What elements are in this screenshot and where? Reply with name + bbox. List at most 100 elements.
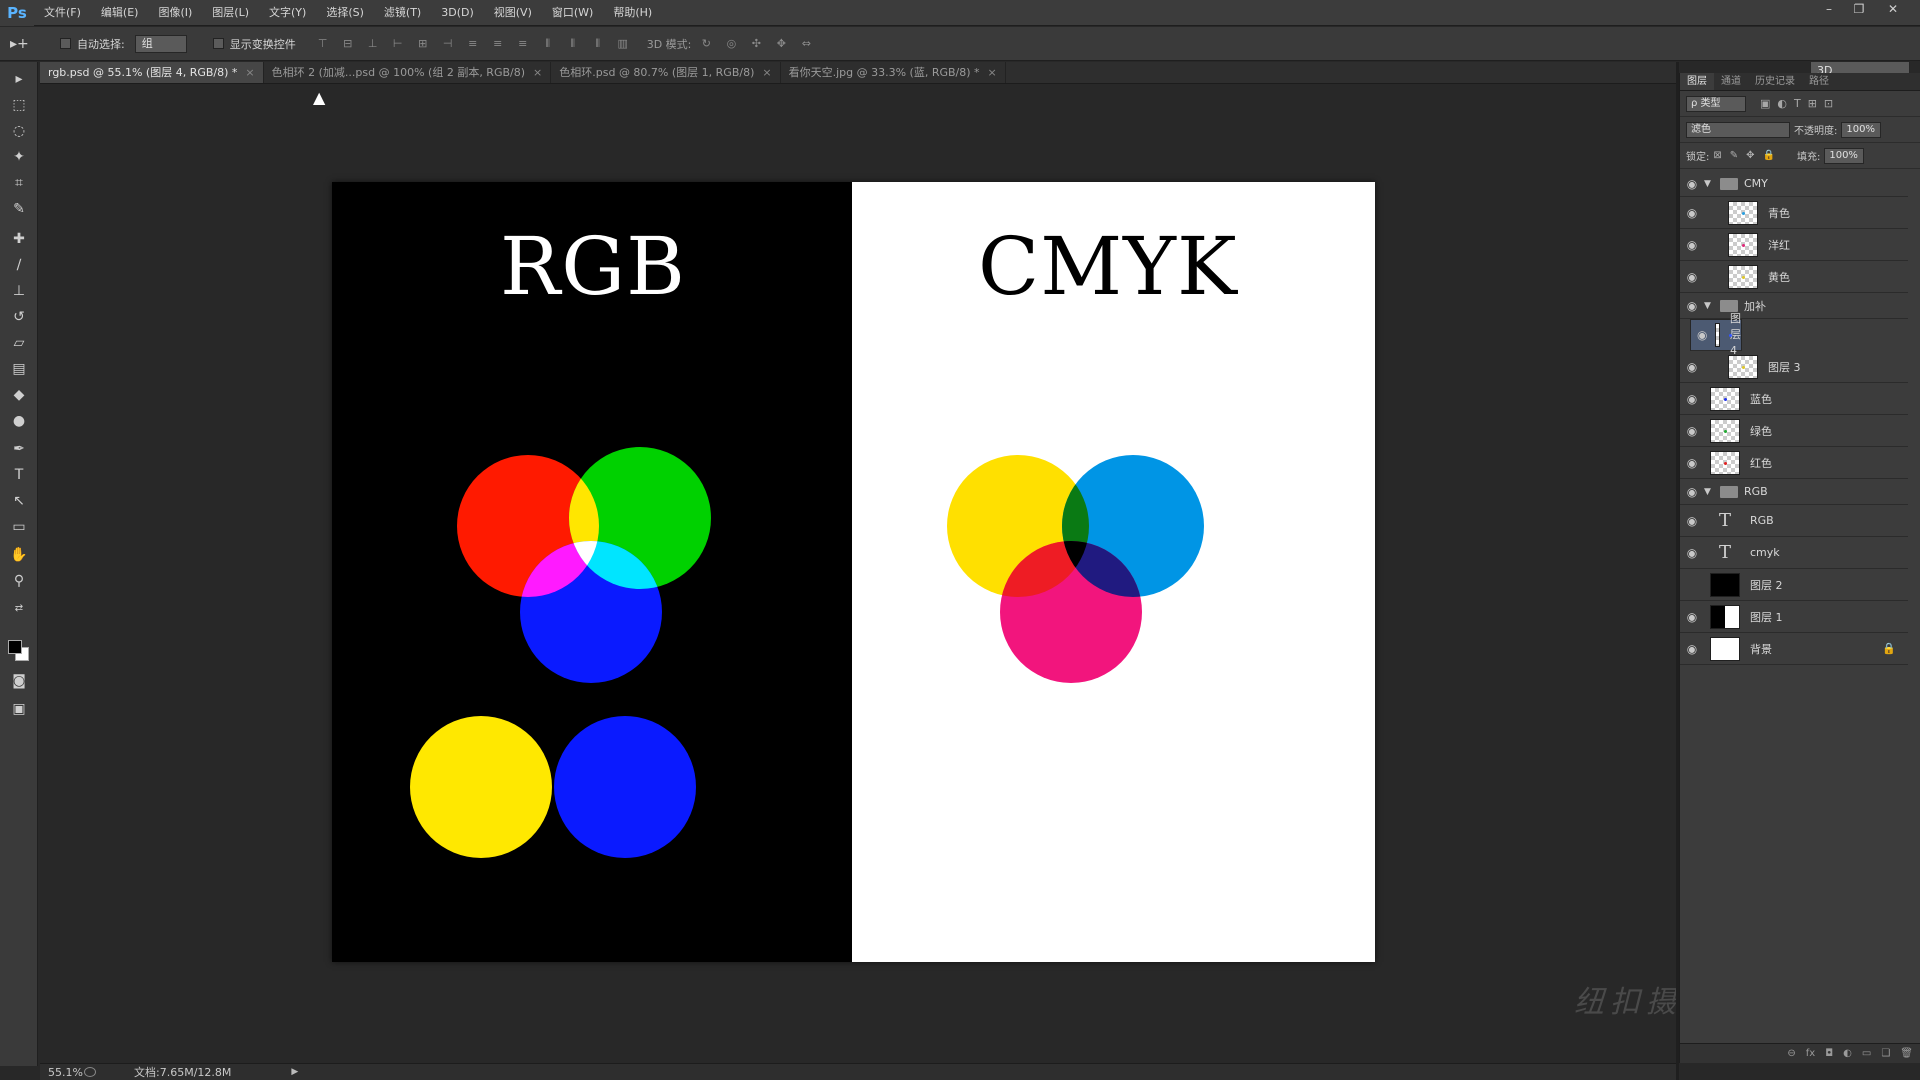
- tab-close-icon[interactable]: ×: [533, 66, 542, 79]
- menu-item-0[interactable]: 文件(F): [34, 0, 91, 26]
- lasso-tool-icon[interactable]: ◌: [7, 120, 31, 142]
- type-tool-icon[interactable]: T: [7, 464, 31, 486]
- blur-tool-icon[interactable]: ◆: [7, 384, 31, 406]
- magic-wand-tool-icon[interactable]: ✦: [7, 146, 31, 168]
- visibility-eye-icon[interactable]: ◉: [1680, 456, 1704, 470]
- visibility-eye-icon[interactable]: ◉: [1680, 392, 1704, 406]
- lock-icons[interactable]: ⊠✎✥🔒: [1713, 150, 1783, 161]
- visibility-eye-icon[interactable]: ◉: [1680, 270, 1704, 284]
- layer-row[interactable]: ◉ 图层 4: [1690, 312, 1742, 357]
- checkbox-box[interactable]: [60, 38, 71, 49]
- visibility-eye-icon[interactable]: ◉: [1680, 177, 1704, 191]
- move-tool-icon[interactable]: ▸: [7, 68, 31, 90]
- distribute-left-icon[interactable]: ⦀: [539, 35, 557, 53]
- menu-item-10[interactable]: 帮助(H): [603, 0, 662, 26]
- fill-field[interactable]: 100%: [1824, 147, 1865, 164]
- visibility-eye-icon[interactable]: ◉: [1680, 485, 1704, 499]
- panel-footer-icon[interactable]: fx: [1806, 1048, 1815, 1059]
- 3d-slide-icon[interactable]: ✥: [772, 35, 790, 53]
- document-tab[interactable]: 看你天空.jpg @ 33.3% (蓝, RGB/8) * ×: [781, 62, 1006, 83]
- visibility-eye-icon[interactable]: ◉: [1680, 642, 1704, 656]
- align-top-icon[interactable]: ⊤: [314, 35, 332, 53]
- eyedropper-tool-icon[interactable]: ✎: [7, 198, 31, 220]
- visibility-eye-icon[interactable]: ◉: [1680, 514, 1704, 528]
- panel-tab[interactable]: 路径: [1802, 73, 1836, 90]
- checkbox-box[interactable]: [212, 38, 224, 49]
- layer-row[interactable]: ◉ 洋红: [1680, 229, 1908, 261]
- panel-tab[interactable]: 通道: [1714, 73, 1748, 90]
- visibility-eye-icon[interactable]: ◉: [1680, 546, 1704, 560]
- show-transform-checkbox[interactable]: 显示变换控件: [212, 36, 296, 52]
- menu-item-4[interactable]: 文字(Y): [259, 0, 316, 26]
- distribute-top-icon[interactable]: ≡: [464, 35, 482, 53]
- layer-group-row[interactable]: ◉ ▼ RGB: [1680, 479, 1908, 505]
- visibility-eye-icon[interactable]: ◉: [1697, 327, 1707, 343]
- move-tool-preset-icon[interactable]: ▸+: [10, 33, 48, 55]
- distribute-vcenter-icon[interactable]: ≡: [489, 35, 507, 53]
- canvas-area[interactable]: RGB CMYK ▲: [40, 85, 1676, 1063]
- distribute-right-icon[interactable]: ⦀: [589, 35, 607, 53]
- foreground-color-swatch[interactable]: [8, 640, 22, 654]
- document-tab[interactable]: 色相环 2 (加减...psd @ 100% (组 2 副本, RGB/8) ×: [264, 62, 552, 83]
- distribute-bottom-icon[interactable]: ≡: [514, 35, 532, 53]
- panel-footer-icon[interactable]: ▭: [1862, 1048, 1871, 1059]
- visibility-eye-icon[interactable]: ◉: [1680, 299, 1704, 313]
- menu-item-9[interactable]: 窗口(W): [542, 0, 603, 26]
- tab-close-icon[interactable]: ×: [988, 66, 997, 79]
- document-tab[interactable]: rgb.psd @ 55.1% (图层 4, RGB/8) * ×: [40, 62, 264, 83]
- 3d-rotate-icon[interactable]: ↻: [697, 35, 715, 53]
- status-menu-arrow-icon[interactable]: ▶: [291, 1067, 298, 1077]
- visibility-eye-icon[interactable]: ◉: [1680, 424, 1704, 438]
- healing-brush-tool-icon[interactable]: ✚: [7, 228, 31, 250]
- menu-item-1[interactable]: 编辑(E): [91, 0, 149, 26]
- visibility-eye-icon[interactable]: ◉: [1680, 578, 1704, 592]
- shape-tool-icon[interactable]: ▭: [7, 516, 31, 538]
- minimize-button[interactable]: –: [1816, 0, 1842, 18]
- menu-item-6[interactable]: 滤镜(T): [374, 0, 431, 26]
- visibility-eye-icon[interactable]: ◉: [1680, 610, 1704, 624]
- history-brush-tool-icon[interactable]: ↺: [7, 306, 31, 328]
- zoom-level[interactable]: 55.1%: [40, 1066, 84, 1079]
- crop-tool-icon[interactable]: ⌗: [7, 172, 31, 194]
- document-tab[interactable]: 色相环.psd @ 80.7% (图层 1, RGB/8) ×: [551, 62, 781, 83]
- layer-row[interactable]: ◉ 绿色: [1680, 415, 1908, 447]
- zoom-tool-icon[interactable]: ⚲: [7, 570, 31, 592]
- brush-tool-icon[interactable]: ∕: [7, 254, 31, 276]
- panel-footer-icon[interactable]: ◘: [1825, 1048, 1833, 1059]
- expand-triangle-icon[interactable]: ▼: [1704, 487, 1714, 497]
- clone-stamp-tool-icon[interactable]: ⊥: [7, 280, 31, 302]
- panel-tab[interactable]: 图层: [1680, 73, 1714, 90]
- layer-row[interactable]: ◉ 图层 1: [1680, 601, 1908, 633]
- document-canvas[interactable]: RGB CMYK: [332, 182, 1375, 962]
- dodge-tool-icon[interactable]: ●: [7, 410, 31, 432]
- layer-row[interactable]: ◉ 红色: [1680, 447, 1908, 479]
- blend-mode-dropdown[interactable]: 滤色: [1686, 121, 1790, 138]
- menu-item-8[interactable]: 视图(V): [484, 0, 542, 26]
- layer-group-row[interactable]: ◉ ▼ 加补: [1680, 293, 1908, 319]
- auto-align-icon[interactable]: ▥: [614, 35, 632, 53]
- align-hcenter-icon[interactable]: ⊞: [414, 35, 432, 53]
- align-left-icon[interactable]: ⊢: [389, 35, 407, 53]
- layer-row[interactable]: ◉ 黄色: [1680, 261, 1908, 293]
- align-bottom-icon[interactable]: ⊥: [364, 35, 382, 53]
- visibility-eye-icon[interactable]: ◉: [1680, 238, 1704, 252]
- filter-icons[interactable]: ▣◐T⊞⊡: [1760, 97, 1840, 110]
- swap-colors-icon[interactable]: ⇄: [7, 598, 31, 620]
- distribute-hcenter-icon[interactable]: ⦀: [564, 35, 582, 53]
- layer-row[interactable]: ◉ 青色: [1680, 197, 1908, 229]
- expand-triangle-icon[interactable]: ▼: [1704, 301, 1714, 311]
- layer-row[interactable]: ◉ 背景 🔒: [1680, 633, 1908, 665]
- visibility-eye-icon[interactable]: ◉: [1680, 360, 1704, 374]
- hand-tool-icon[interactable]: ✋: [7, 544, 31, 566]
- screen-mode-icon[interactable]: ▣: [7, 698, 31, 720]
- panel-footer-icon[interactable]: ⊖: [1787, 1048, 1795, 1059]
- visibility-eye-icon[interactable]: ◉: [1680, 206, 1704, 220]
- eraser-tool-icon[interactable]: ▱: [7, 332, 31, 354]
- path-selection-tool-icon[interactable]: ↖: [7, 490, 31, 512]
- layer-row[interactable]: ◉ Tcmyk: [1680, 537, 1908, 569]
- status-icon[interactable]: [84, 1067, 96, 1077]
- restore-button[interactable]: ❐: [1846, 0, 1872, 18]
- auto-select-dropdown[interactable]: 组: [134, 34, 187, 53]
- panel-footer-icon[interactable]: 🗑: [1900, 1048, 1913, 1059]
- panel-tab[interactable]: 历史记录: [1748, 73, 1802, 90]
